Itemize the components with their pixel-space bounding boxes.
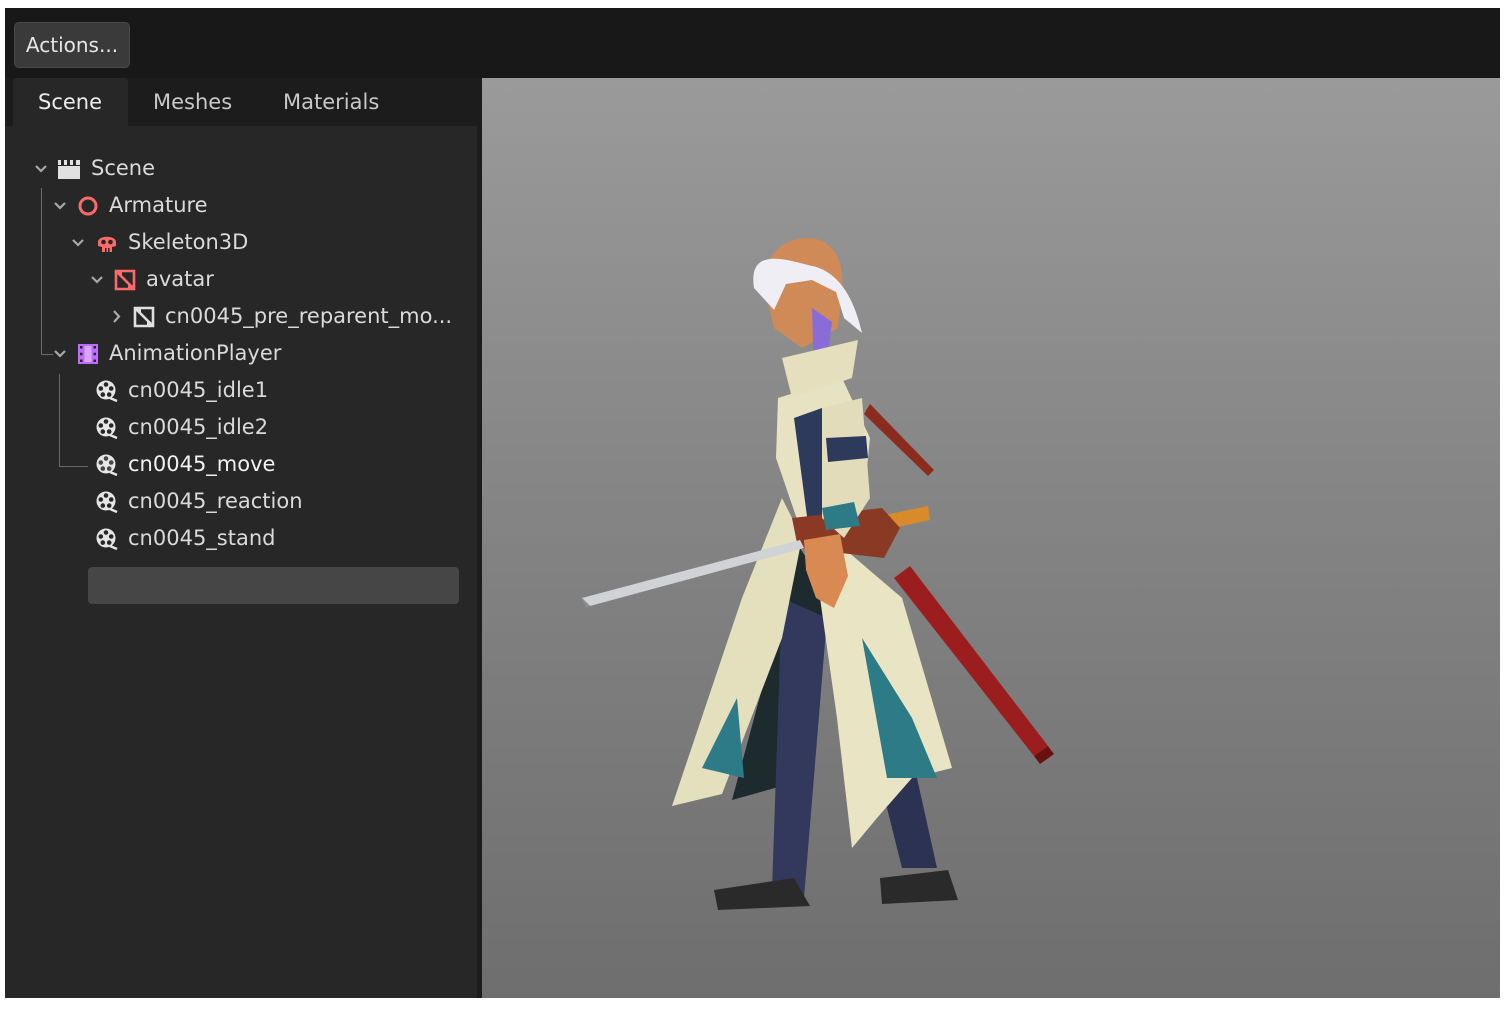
top-toolbar: Actions... <box>5 8 1500 78</box>
tab-materials[interactable]: Materials <box>258 78 404 126</box>
tree-item-mesh[interactable]: cn0045_pre_reparent_mo... <box>5 298 477 335</box>
tree-item-animation[interactable]: cn0045_stand <box>5 520 477 557</box>
tree-item-label: Scene <box>91 156 156 180</box>
scene-panel: Scene Meshes Materials Scene Armature Sk… <box>5 78 477 998</box>
tree-item-label: Skeleton3D <box>128 230 249 254</box>
tree-item-avatar[interactable]: avatar <box>5 261 477 298</box>
tree-item-animation-selected[interactable]: cn0045_move <box>5 446 477 483</box>
mesh-instance-icon <box>132 305 156 329</box>
clapperboard-icon <box>57 157 81 181</box>
chevron-right-icon[interactable] <box>108 298 124 335</box>
tree-item-armature[interactable]: Armature <box>5 187 477 224</box>
tree-item-scene[interactable]: Scene <box>5 150 477 187</box>
tree-item-label: cn0045_idle1 <box>128 378 269 402</box>
chevron-down-icon[interactable] <box>52 187 68 224</box>
tree-item-label: cn0045_reaction <box>128 489 303 513</box>
3d-viewport[interactable] <box>482 78 1500 998</box>
tree-item-label: cn0045_pre_reparent_mo... <box>165 304 453 328</box>
character-model <box>582 238 1054 910</box>
tree-item-label: Armature <box>109 193 208 217</box>
animation-reel-icon <box>95 416 119 440</box>
tree-item-animation[interactable]: cn0045_reaction <box>5 483 477 520</box>
chevron-down-icon[interactable] <box>52 335 68 372</box>
node3d-circle-icon <box>76 194 100 218</box>
chevron-down-icon[interactable] <box>89 261 105 298</box>
chevron-down-icon[interactable] <box>70 224 86 261</box>
animation-reel-icon <box>95 527 119 551</box>
mesh-instance-icon <box>113 268 137 292</box>
import-dialog: Actions... Scene Meshes Materials Scene … <box>5 8 1500 998</box>
tree-item-animation[interactable]: cn0045_idle1 <box>5 372 477 409</box>
animation-reel-icon <box>95 453 119 477</box>
chevron-down-icon[interactable] <box>33 150 49 187</box>
scene-tree: Scene Armature Skeleton3D avatar cn0045_… <box>5 126 477 998</box>
film-strip-icon <box>76 342 100 366</box>
tree-item-label: cn0045_idle2 <box>128 415 269 439</box>
tree-item-label: cn0045_move <box>128 452 276 476</box>
actions-button[interactable]: Actions... <box>14 22 130 68</box>
tree-item-skeleton3d[interactable]: Skeleton3D <box>5 224 477 261</box>
animation-reel-icon <box>95 379 119 403</box>
skull-icon <box>95 231 119 255</box>
tree-item-label: avatar <box>146 267 214 291</box>
tree-item-label: cn0045_stand <box>128 526 276 550</box>
tree-item-animationplayer[interactable]: AnimationPlayer <box>5 335 477 372</box>
tab-bar: Scene Meshes Materials <box>5 78 477 126</box>
tree-item-animation[interactable]: cn0045_idle2 <box>5 409 477 446</box>
tab-meshes[interactable]: Meshes <box>128 78 257 126</box>
tab-scene[interactable]: Scene <box>13 78 128 126</box>
tree-item-label: AnimationPlayer <box>109 341 282 365</box>
selection-highlight <box>88 567 459 604</box>
animation-reel-icon <box>95 490 119 514</box>
